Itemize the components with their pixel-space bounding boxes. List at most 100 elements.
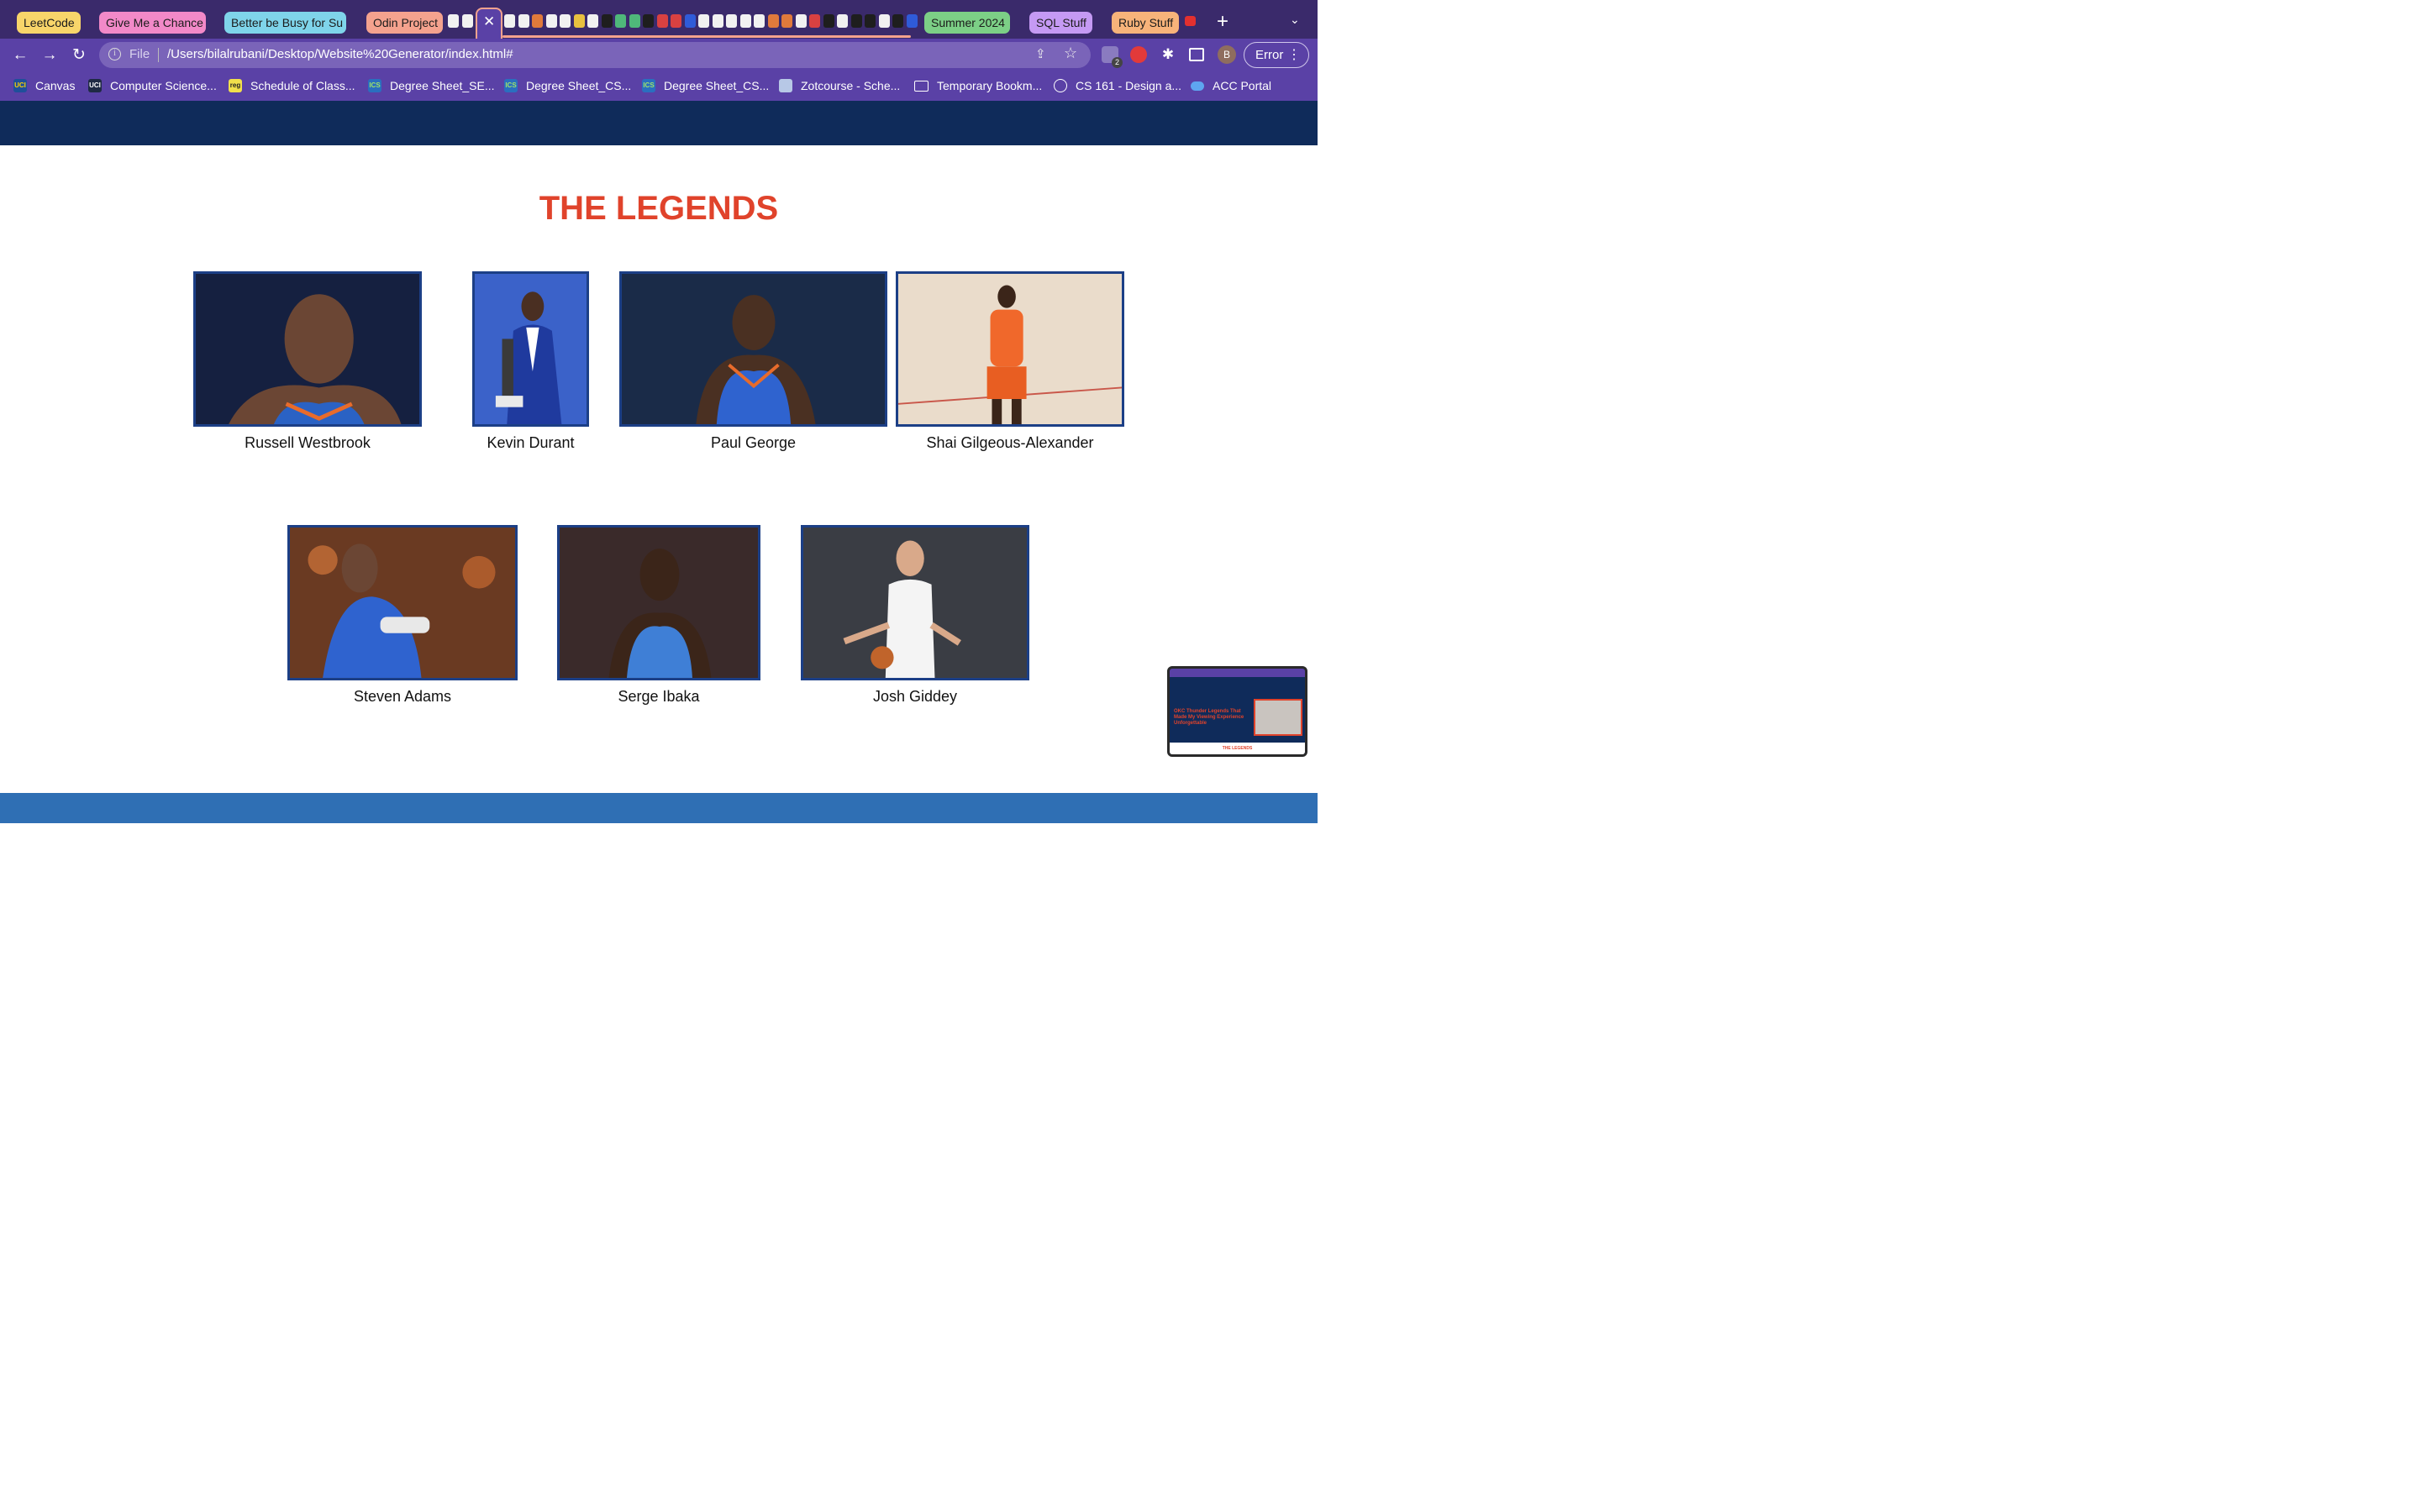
- player-photo-giddey: [801, 525, 1029, 680]
- screenshot-preview-thumbnail[interactable]: OKC Thunder Legends That Made My Viewing…: [1167, 666, 1307, 757]
- side-panel-icon[interactable]: [1189, 48, 1204, 61]
- new-tab-icon[interactable]: +: [1217, 11, 1228, 33]
- tab-favicon-icon[interactable]: [573, 14, 585, 28]
- tab-group-underline: [502, 35, 911, 38]
- tab-favicon-icon[interactable]: [615, 14, 626, 28]
- tab-favicon-icon[interactable]: [629, 14, 640, 28]
- tab-favicon-icon[interactable]: [448, 14, 459, 28]
- globe-icon: [1054, 79, 1067, 92]
- player-name: Paul George: [710, 434, 797, 451]
- close-tab-icon[interactable]: ✕: [483, 13, 495, 31]
- error-button[interactable]: Error ⋮: [1244, 42, 1309, 68]
- tab-favicon-icon[interactable]: [739, 14, 751, 28]
- tab-group-sql-stuff[interactable]: SQL Stuff: [1029, 12, 1092, 34]
- player-photo-ibaka: [557, 525, 760, 680]
- bookmark-canvas[interactable]: UCI Canvas: [13, 79, 75, 92]
- player-name: Shai Gilgeous-Alexander: [926, 434, 1094, 451]
- tab-group-ruby-stuff[interactable]: Ruby Stuff: [1112, 12, 1179, 34]
- url-scheme-label: File: [129, 47, 150, 61]
- tab-favicon-icon[interactable]: [865, 14, 876, 28]
- bookmark-cs161[interactable]: CS 161 - Design a...: [1054, 79, 1181, 92]
- preview-photo: [1254, 699, 1302, 736]
- tab-favicon-icon[interactable]: [781, 14, 792, 28]
- tab-favicon-icon[interactable]: [878, 14, 890, 28]
- tab-favicon-icon[interactable]: [754, 14, 765, 28]
- tab-strip: LeetCode Give Me a Chance Better be Busy…: [0, 0, 1318, 39]
- tab-favicon-icon[interactable]: [518, 14, 529, 28]
- tab-favicon-icon[interactable]: [461, 14, 473, 28]
- tab-search-chevron-icon[interactable]: ⌄: [1290, 13, 1300, 27]
- tab-favicon-icon[interactable]: [587, 14, 598, 28]
- player-photo-durant: [472, 271, 589, 427]
- tab-favicon-icon[interactable]: [892, 14, 903, 28]
- more-menu-icon[interactable]: ⋮: [1287, 43, 1301, 67]
- tab-group-summer-2024[interactable]: Summer 2024: [924, 12, 1010, 34]
- bookmark-label: ACC Portal: [1213, 79, 1272, 92]
- tab-favicon-icon[interactable]: [850, 14, 862, 28]
- tab-favicon-icon[interactable]: [643, 14, 654, 28]
- bookmark-label: Zotcourse - Sche...: [801, 79, 901, 92]
- tab-favicon-icon[interactable]: [560, 14, 571, 28]
- tab-favicon-icon[interactable]: [545, 14, 557, 28]
- tab-favicon-icon[interactable]: [837, 14, 848, 28]
- bookmark-degree-sheet-cs-2[interactable]: ICS Degree Sheet_CS...: [642, 79, 769, 92]
- tab-favicon-icon[interactable]: [601, 14, 613, 28]
- zotcourse-icon: [779, 79, 792, 92]
- bookmark-folder-temporary[interactable]: Temporary Bookm...: [914, 79, 1042, 92]
- bookmark-label: Computer Science...: [110, 79, 217, 92]
- active-tab[interactable]: ✕: [476, 8, 502, 39]
- tab-favicon-icon[interactable]: [906, 14, 918, 28]
- extensions-puzzle-icon[interactable]: ✱: [1160, 46, 1176, 63]
- bookmark-acc-portal[interactable]: ACC Portal: [1191, 79, 1271, 92]
- bookmark-degree-sheet-se[interactable]: ICS Degree Sheet_SE...: [368, 79, 495, 92]
- section-title: THE LEGENDS: [539, 190, 779, 227]
- bookmark-label: Canvas: [35, 79, 76, 92]
- back-arrow-icon[interactable]: ←: [8, 44, 32, 67]
- tab-favicon-icon[interactable]: [532, 14, 543, 28]
- folder-icon: [914, 80, 929, 92]
- bookmark-star-icon[interactable]: ☆: [1064, 45, 1077, 62]
- cloud-icon: [1191, 81, 1204, 91]
- error-label: Error: [1255, 48, 1284, 62]
- site-header-bar: [0, 101, 1318, 145]
- bookmarks-bar: UCI Canvas UCI Computer Science... reg Sche…: [0, 72, 1318, 101]
- address-divider: [158, 48, 159, 62]
- bookmark-computer-science[interactable]: UCI Computer Science...: [88, 79, 217, 92]
- extension-adblock-icon[interactable]: [1130, 46, 1147, 63]
- tab-favicon-icon[interactable]: [726, 14, 737, 28]
- forward-arrow-icon[interactable]: →: [38, 44, 61, 67]
- tab-favicon-icon[interactable]: [767, 14, 779, 28]
- tab-favicon-icon[interactable]: [671, 14, 681, 28]
- browser-toolbar: ← → ↻ i File /Users/bilalrubani/Desktop/…: [0, 39, 1318, 72]
- player-name: Serge Ibaka: [618, 688, 700, 705]
- player-name: Josh Giddey: [872, 688, 958, 705]
- tab-favicon-icon[interactable]: [712, 14, 723, 28]
- bookmark-zotcourse[interactable]: Zotcourse - Sche...: [779, 79, 900, 92]
- tab-favicon-icon[interactable]: [809, 14, 820, 28]
- address-bar[interactable]: i File /Users/bilalrubani/Desktop/Websit…: [99, 42, 1091, 68]
- tab-group-give-me-a-chance[interactable]: Give Me a Chance: [99, 12, 206, 34]
- bookmark-schedule-of-classes[interactable]: reg Schedule of Class...: [229, 79, 355, 92]
- tab-group-leetcode[interactable]: LeetCode: [17, 12, 81, 34]
- site-info-icon[interactable]: i: [108, 48, 121, 60]
- preview-toolbar: [1170, 669, 1305, 677]
- bookmark-label: Degree Sheet_SE...: [390, 79, 495, 92]
- tab-favicon-icon[interactable]: [823, 14, 834, 28]
- bookmark-degree-sheet-cs-1[interactable]: ICS Degree Sheet_CS...: [504, 79, 631, 92]
- uci-icon: UCI: [13, 79, 27, 92]
- player-photo-westbrook: [193, 271, 422, 427]
- url-text[interactable]: /Users/bilalrubani/Desktop/Website%20Gen…: [167, 47, 513, 61]
- tab-favicon-icon[interactable]: [795, 14, 807, 28]
- tab-favicon-icon[interactable]: [698, 14, 709, 28]
- tab-favicon-icon[interactable]: [656, 14, 668, 28]
- tab-group-better-be-busy[interactable]: Better be Busy for Su: [224, 12, 346, 34]
- share-icon[interactable]: ⇪: [1035, 46, 1046, 61]
- tab-favicon-icon[interactable]: [684, 14, 696, 28]
- tab-favicon-icon[interactable]: [504, 14, 515, 28]
- site-footer-bar: [0, 793, 1318, 823]
- reload-icon[interactable]: ↻: [67, 44, 91, 67]
- youtube-icon[interactable]: [1185, 16, 1196, 26]
- profile-avatar[interactable]: B: [1218, 45, 1236, 64]
- tab-group-odin-project[interactable]: Odin Project: [366, 12, 443, 34]
- player-name: Russell Westbrook: [245, 434, 371, 451]
